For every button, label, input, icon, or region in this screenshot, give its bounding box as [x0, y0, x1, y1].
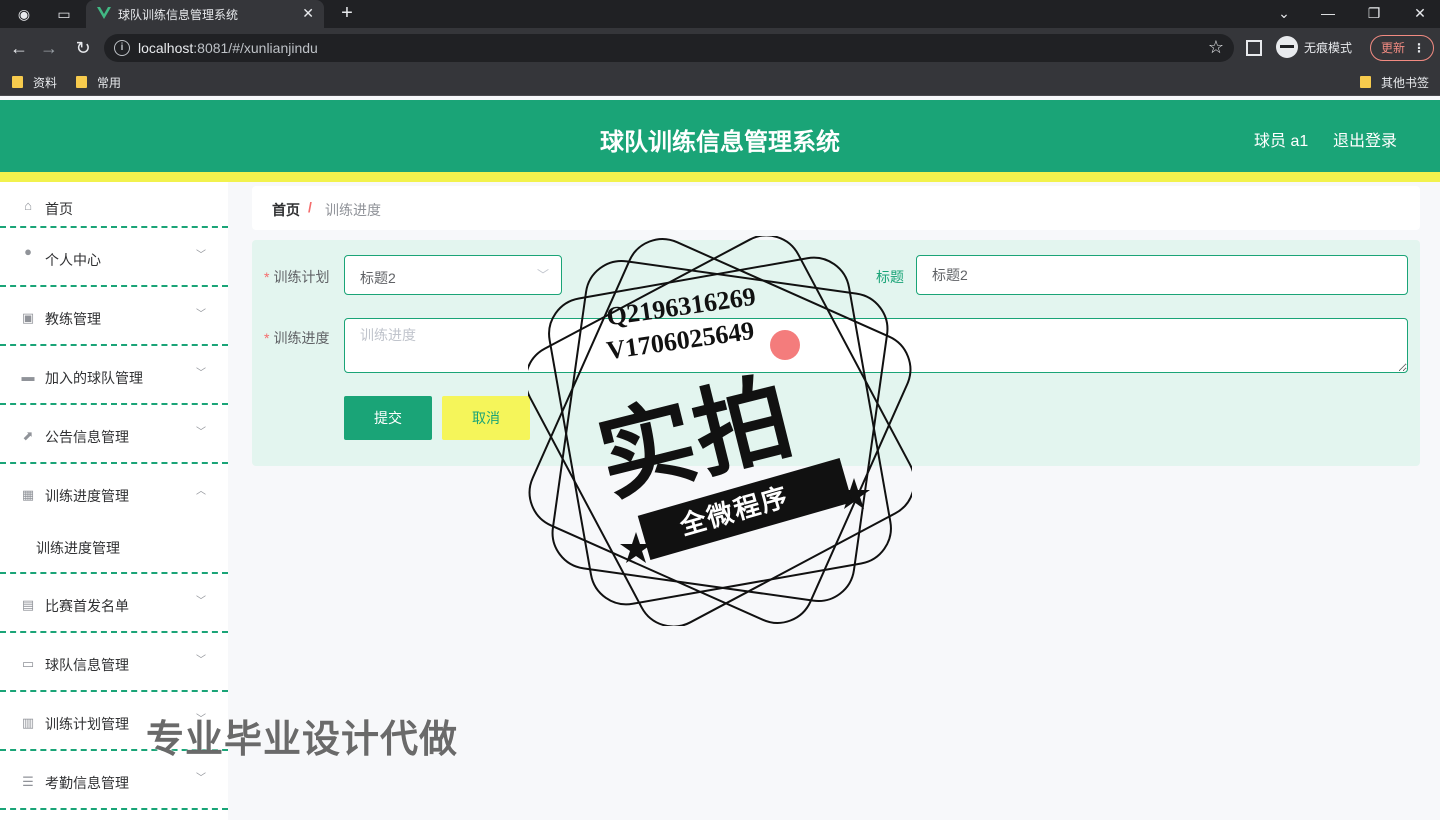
- sidebar-item-label: 训练计划管理: [45, 716, 129, 732]
- globe-icon[interactable]: ◉: [14, 4, 34, 24]
- other-bookmarks[interactable]: 其他书签: [1360, 74, 1429, 91]
- forward-arrow-icon[interactable]: →: [38, 37, 60, 59]
- chart-icon: ⬈: [22, 428, 34, 443]
- grid-icon: ▦: [21, 487, 35, 502]
- logout-link[interactable]: 退出登录: [1333, 127, 1397, 151]
- chevron-down-icon: ﹀: [536, 268, 549, 282]
- sidebar-item-personal-center[interactable]: ● 个人中心 ﹀: [0, 228, 228, 287]
- user-icon: ●: [24, 244, 32, 259]
- minimize-icon[interactable]: —: [1316, 2, 1340, 24]
- title-input[interactable]: [916, 255, 1408, 295]
- sidebar-item-label: 球队信息管理: [45, 657, 129, 673]
- close-window-icon[interactable]: ✕: [1408, 2, 1432, 24]
- chevron-down-icon: ﹀: [196, 368, 206, 379]
- books-icon: ▥: [21, 715, 35, 730]
- bookmark-folder[interactable]: 资料: [12, 74, 57, 91]
- sidebar-item-label: 训练进度管理: [45, 488, 129, 504]
- sidebar-item-announcement[interactable]: ⬈ 公告信息管理 ﹀: [0, 405, 228, 464]
- sidebar-item-home[interactable]: ⌂ 首页: [0, 182, 228, 228]
- folder-icon: [76, 76, 87, 88]
- bookmark-folder[interactable]: 常用: [76, 74, 121, 91]
- update-button[interactable]: 更新 ⋮: [1370, 35, 1434, 61]
- site-info-icon[interactable]: i: [114, 40, 130, 56]
- chevron-up-icon: ︿: [196, 486, 206, 497]
- current-user: 球员 a1: [1254, 133, 1309, 150]
- sidebar-item-team-info[interactable]: ▭ 球队信息管理 ﹀: [0, 633, 228, 692]
- chevron-down-icon: ﹀: [196, 773, 206, 784]
- tab-title: 球队训练信息管理系统: [118, 8, 239, 22]
- sidebar-item-label: 个人中心: [45, 252, 101, 268]
- briefcase-icon: ▬: [21, 369, 35, 384]
- clipboard-icon: ▤: [21, 597, 35, 612]
- browser-toolbar: ← → ↻ i localhost:8081/#/xunlianjindu ☆ …: [0, 28, 1440, 68]
- sidebar-item-joined-team[interactable]: ▬ 加入的球队管理 ﹀: [0, 346, 228, 405]
- sidebar-subitem-training-progress[interactable]: 训练进度管理: [0, 522, 228, 574]
- breadcrumb-current: 训练进度: [325, 202, 381, 218]
- sidebar-item-label: 教练管理: [45, 311, 101, 327]
- sidebar-item-label: 考勤信息管理: [45, 775, 129, 791]
- folder-icon: [1360, 76, 1371, 88]
- chevron-down-icon: ﹀: [196, 427, 206, 438]
- breadcrumb-separator: /: [308, 199, 312, 215]
- browser-tabbar: ◉ ▭ 球队训练信息管理系统 ✕ + ⌄ — ❐ ✕: [0, 0, 1440, 28]
- app-header: 球队训练信息管理系统 球员 a1 退出登录: [0, 100, 1440, 172]
- sidebar-item-label: 比赛首发名单: [45, 598, 129, 614]
- training-progress-textarea[interactable]: [344, 318, 1408, 373]
- sidebar-item-label: 首页: [45, 201, 73, 217]
- chevron-down-icon: ﹀: [196, 655, 206, 666]
- sidebar-item-label: 公告信息管理: [45, 429, 129, 445]
- title-label: 标题: [876, 269, 904, 285]
- bookmarks-bar: 资料 常用 其他书签: [0, 68, 1440, 96]
- url-text: localhost:8081/#/xunlianjindu: [138, 40, 318, 56]
- cancel-button[interactable]: 取消: [442, 396, 530, 440]
- sidebar-item-match-lineup[interactable]: ▤ 比赛首发名单 ﹀: [0, 574, 228, 633]
- back-arrow-icon[interactable]: ←: [8, 37, 30, 59]
- plan-label: * 训练计划: [264, 269, 330, 285]
- sidebar-item-label: 加入的球队管理: [45, 370, 143, 386]
- clipboard-check-icon: ▣: [21, 310, 35, 325]
- incognito-icon: [1276, 36, 1298, 58]
- new-tab-button[interactable]: +: [336, 2, 358, 24]
- breadcrumb-home[interactable]: 首页: [272, 200, 300, 220]
- side-panel-icon[interactable]: [1246, 40, 1262, 56]
- training-plan-select[interactable]: 标题2 ﹀: [344, 255, 562, 295]
- bookmark-star-icon[interactable]: ☆: [1208, 37, 1224, 58]
- chevron-down-icon: ﹀: [196, 309, 206, 320]
- submit-button[interactable]: 提交: [344, 396, 432, 440]
- browser-tab[interactable]: 球队训练信息管理系统 ✕: [86, 0, 324, 28]
- sidebar-item-training-progress[interactable]: ▦ 训练进度管理 ︿: [0, 464, 228, 523]
- home-icon: ⌂: [24, 198, 32, 213]
- tab-search-icon[interactable]: ▭: [54, 4, 74, 24]
- tab-close-icon[interactable]: ✕: [302, 5, 314, 22]
- sidebar-item-coach[interactable]: ▣ 教练管理 ﹀: [0, 287, 228, 346]
- sidebar-subitem-label: 训练进度管理: [36, 540, 120, 556]
- monitor-icon: ▭: [21, 656, 35, 671]
- chevron-down-icon: ﹀: [196, 250, 206, 261]
- vue-logo-icon: [97, 7, 111, 19]
- address-bar[interactable]: i localhost:8081/#/xunlianjindu ☆: [104, 34, 1234, 62]
- reload-icon[interactable]: ↻: [72, 37, 94, 59]
- incognito-indicator[interactable]: 无痕模式: [1276, 36, 1352, 60]
- watermark-bottom-text: 专业毕业设计代做: [146, 717, 459, 761]
- progress-label: * 训练进度: [264, 330, 330, 346]
- header-accent-bar: [0, 172, 1440, 182]
- chevron-down-icon: ﹀: [196, 596, 206, 607]
- more-menu-icon[interactable]: ⋮: [1413, 36, 1425, 60]
- training-progress-form: *训练计划 标题2 ﹀ 标题 *训练进度 提交 取消: [252, 240, 1420, 466]
- mouse-cursor-indicator: [770, 330, 800, 360]
- app-title: 球队训练信息管理系统: [600, 129, 840, 156]
- tab-list-chevron-icon[interactable]: ⌄: [1272, 2, 1296, 24]
- restore-icon[interactable]: ❐: [1362, 2, 1386, 24]
- select-value: 标题2: [360, 270, 396, 286]
- breadcrumb: 首页 / 训练进度: [252, 186, 1420, 230]
- list-icon: ☰: [22, 774, 34, 789]
- folder-icon: [12, 76, 23, 88]
